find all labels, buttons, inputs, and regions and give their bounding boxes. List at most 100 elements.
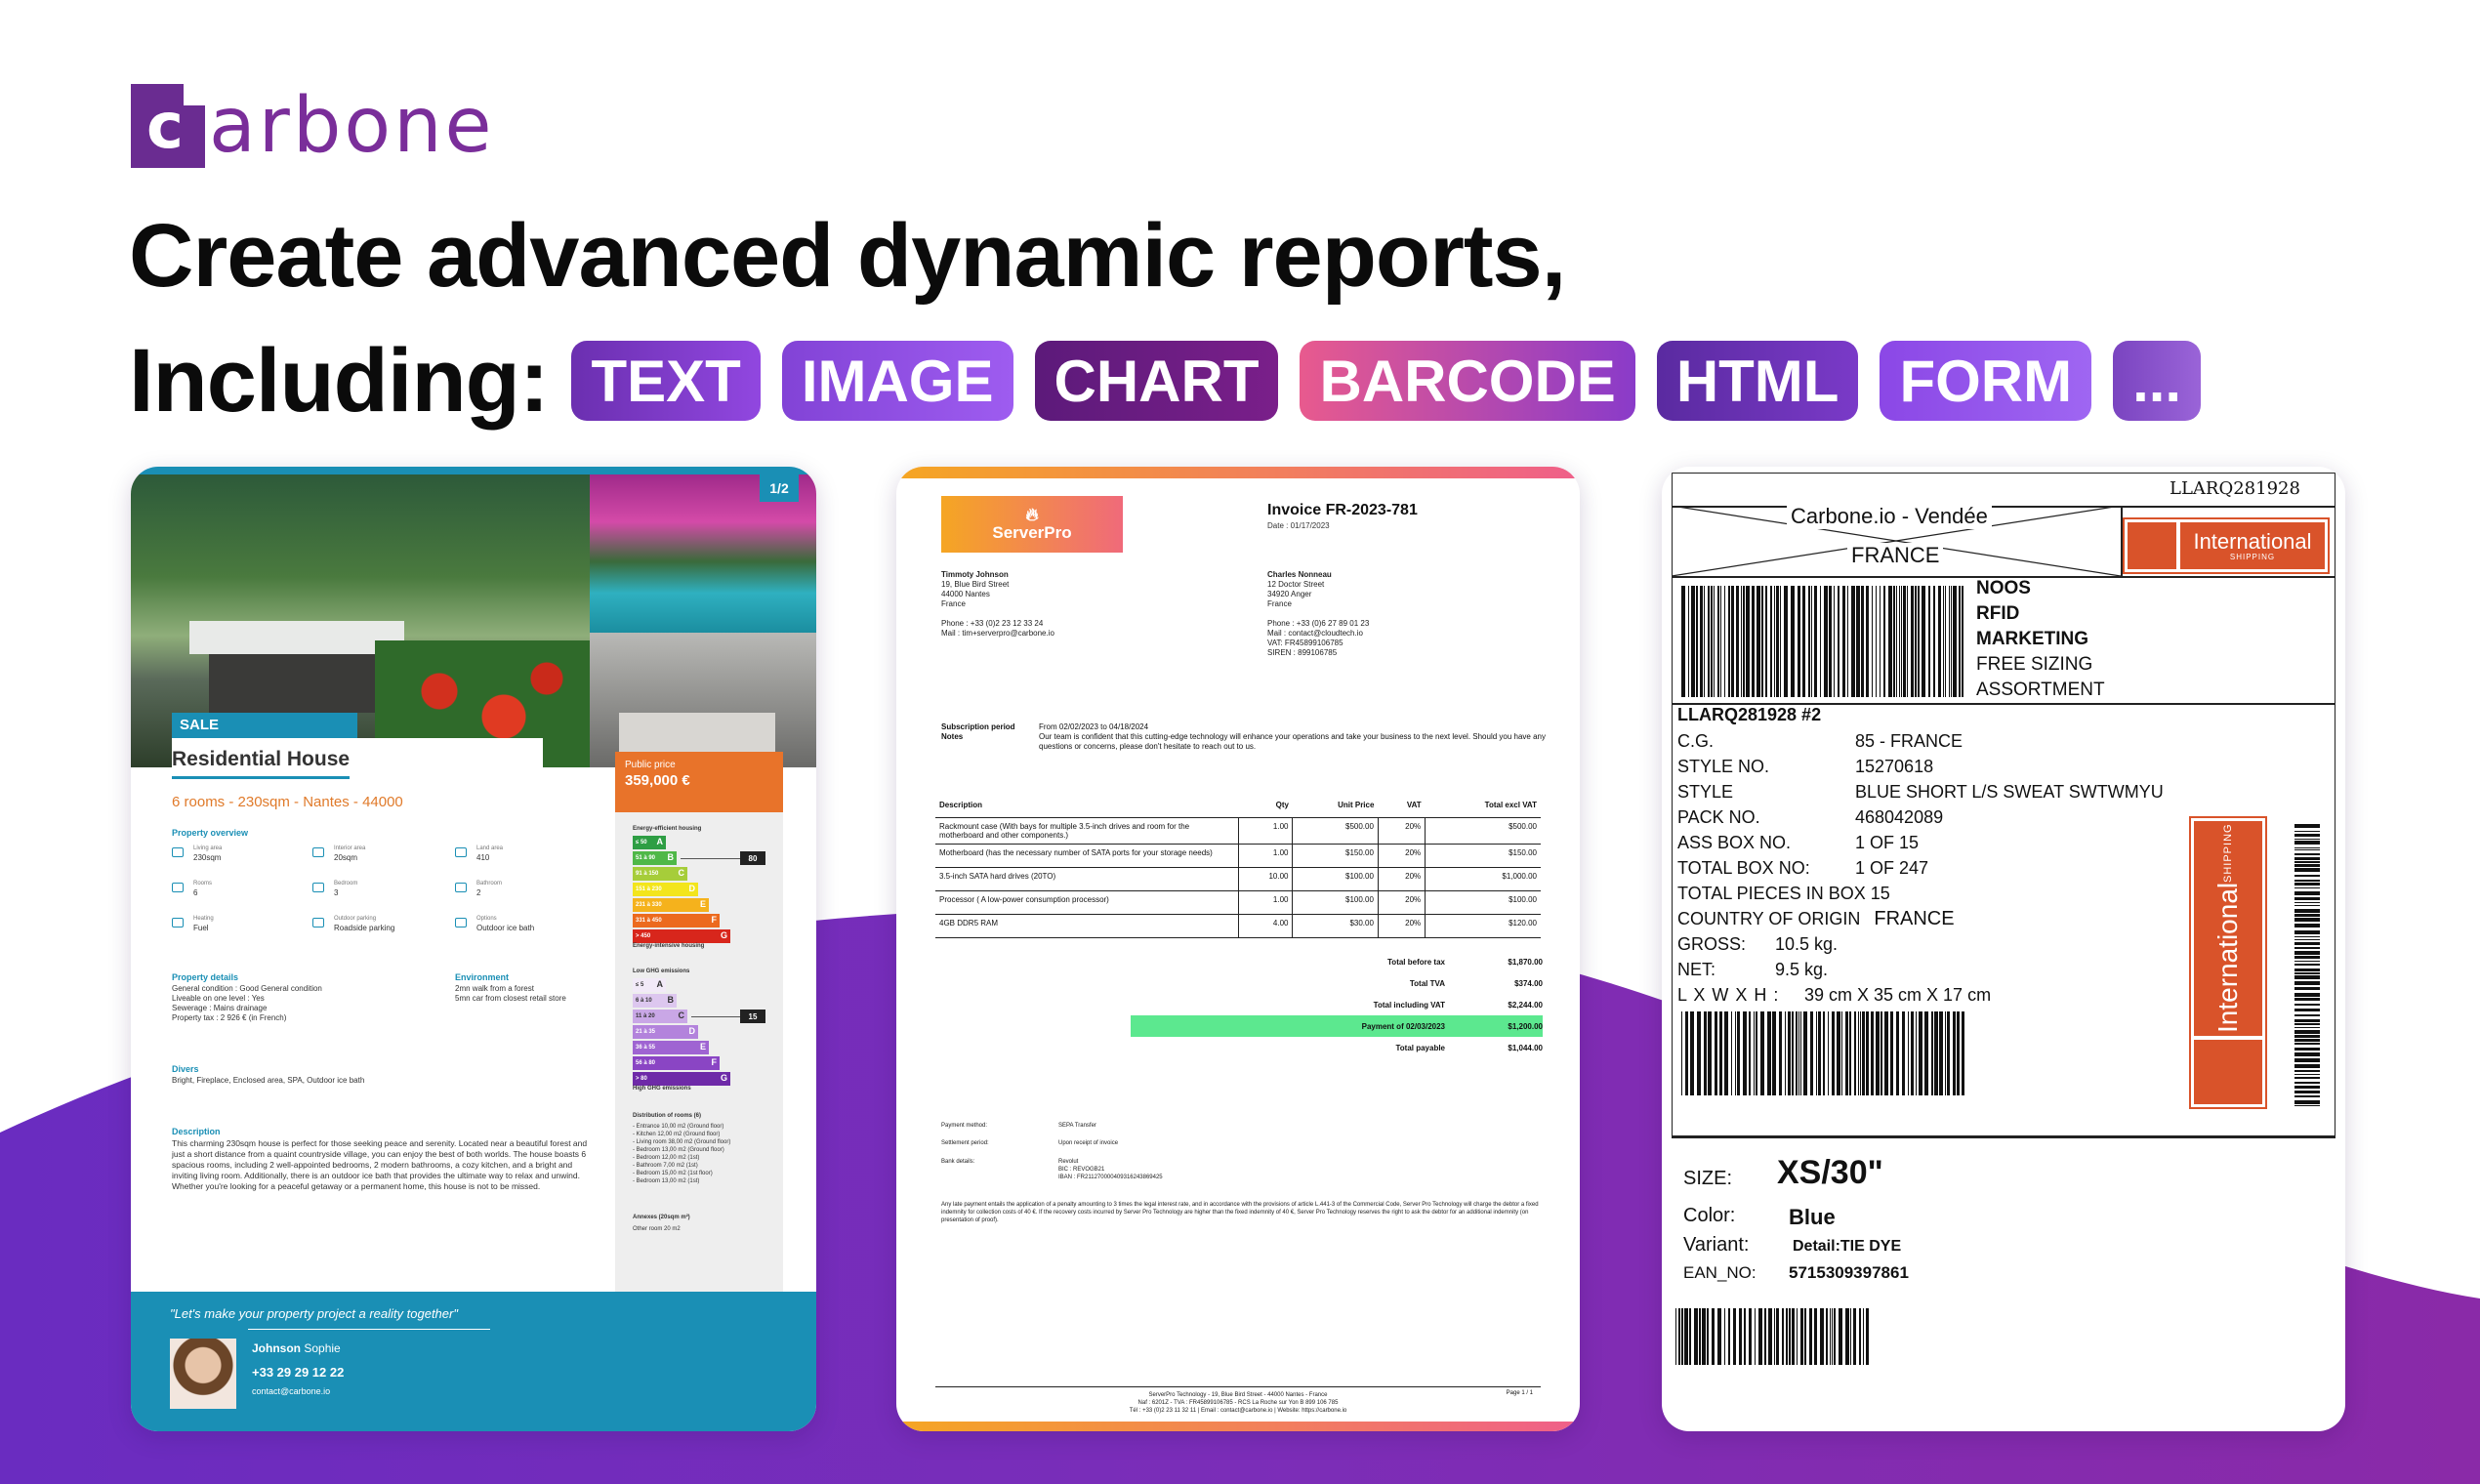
flame-icon: 🔥︎ xyxy=(1025,505,1039,524)
table-cell: 1.00 xyxy=(1237,844,1293,868)
column-header: Description xyxy=(935,797,1238,818)
size-label: SIZE: xyxy=(1683,1168,1733,1189)
overview-item: Heating Fuel xyxy=(193,916,214,932)
subscription-block: Subscription period From 02/02/2023 to 04… xyxy=(941,722,1546,751)
legal-notice: Any late payment entails the application… xyxy=(941,1202,1539,1223)
agent-email[interactable]: contact@carbone.io xyxy=(252,1386,330,1396)
scale-class-b: 51 à 90 B xyxy=(633,851,677,865)
overview-item: Land area 410 xyxy=(476,845,504,862)
shipment-details: C.G. 85 - FRANCE STYLE NO. 15270618 STYLE B… xyxy=(1677,731,2164,1005)
size-value: XS/30" xyxy=(1777,1154,1883,1191)
environment-heading: Environment xyxy=(455,972,510,982)
description-text: This charming 230sqm house is perfect fo… xyxy=(172,1138,588,1191)
table-cell: Rackmount case (With bays for multiple 3… xyxy=(935,817,1238,845)
overview-item: Bathroom 2 xyxy=(476,881,503,897)
indicator-line xyxy=(681,858,749,859)
column-header: Qty xyxy=(1238,797,1293,818)
table-cell: Processor ( A low-power consumption proc… xyxy=(935,890,1238,915)
bed xyxy=(619,713,775,752)
chip-chart: CHART xyxy=(1034,341,1279,421)
energy-sidebar: Energy-efficient housing ≤ 50 A 51 à 90 B 91… xyxy=(615,812,783,1336)
bottom-gradient-strip xyxy=(896,1422,1580,1431)
scale-class-e: 36 à 55 E xyxy=(633,1041,709,1054)
overview-item: Interior area 20sqm xyxy=(334,845,366,862)
bath-icon xyxy=(455,883,467,892)
invoice-table: Description Qty Unit Price VAT Total excl VA… xyxy=(935,797,1541,938)
overview-item: Outdoor parking Roadside parking xyxy=(334,916,395,932)
scale-class-c: 91 à 150 C xyxy=(633,867,687,881)
heating-icon xyxy=(172,918,184,928)
scale-class-c: 11 à 20 C xyxy=(633,1010,687,1023)
total-row: Total including VAT $2,244.00 xyxy=(1373,1000,1543,1010)
color-label: Color: xyxy=(1683,1205,1736,1226)
top-gradient-strip xyxy=(896,467,1580,478)
table-cell: 20% xyxy=(1377,890,1426,915)
scale-class-f: 56 à 80 F xyxy=(633,1056,720,1070)
agent-avatar xyxy=(170,1339,236,1409)
bank-details: Bank details: Revolut BIC : REVOGB21 IBAN :… xyxy=(941,1159,1163,1180)
scale-class-a: ≤ 5A xyxy=(633,978,666,992)
ean-label: EAN_NO: xyxy=(1683,1263,1757,1282)
headline-line2: Including: TEXT IMAGE CHART BARCODE HTML… xyxy=(129,331,2222,431)
chip-more: ... xyxy=(2113,341,2202,421)
table-cell: $30.00 xyxy=(1292,914,1379,938)
color-value: Blue xyxy=(1789,1205,1836,1229)
table-cell: $150.00 xyxy=(1292,844,1379,868)
logo-wordmark: arbone xyxy=(209,82,495,170)
house-body xyxy=(209,654,375,713)
divers-text: Bright, Fireplace, Enclosed area, SPA, O… xyxy=(172,1076,365,1085)
overview-item: Bedroom 3 xyxy=(334,881,358,897)
table-row: 3.5-inch SATA hard drives (20TO) 10.00 $10… xyxy=(935,867,1541,891)
description-heading: Description xyxy=(172,1127,221,1136)
agent-phone[interactable]: +33 29 29 12 22 xyxy=(252,1365,344,1380)
product-tags: NOOS RFID MARKETING FREE SIZING ASSORTME… xyxy=(1976,578,2105,700)
spiral-icon xyxy=(2194,1040,2262,1104)
table-row: 4GB DDR5 RAM 4.00 $30.00 20% $120.00 xyxy=(935,914,1541,938)
headline-line1: Create advanced dynamic reports, xyxy=(129,206,1566,306)
table-row: Motherboard (has the necessary number of… xyxy=(935,844,1541,868)
table-cell: $150.00 xyxy=(1425,844,1541,868)
overview-item: Living area 230sqm xyxy=(193,845,223,862)
door-icon xyxy=(172,883,184,892)
table-cell: $100.00 xyxy=(1425,890,1541,915)
scale-indicator: 15 xyxy=(740,1010,765,1023)
total-row: Total payable $1,044.00 xyxy=(1395,1043,1543,1052)
scale-class-g: > 450 G xyxy=(633,929,730,943)
scale-class-g: > 80 G xyxy=(633,1072,730,1086)
chip-image: IMAGE xyxy=(781,341,1013,421)
ship-from-line1: Carbone.io - Vendée xyxy=(1787,504,1992,529)
variant-label: Variant: xyxy=(1683,1234,1750,1256)
table-cell: $100.00 xyxy=(1292,890,1379,915)
invoice-report: 🔥︎ ServerPro Invoice FR-2023-781 Date : … xyxy=(896,467,1580,1431)
interior-icon xyxy=(312,847,324,857)
table-cell: 4GB DDR5 RAM xyxy=(935,914,1238,938)
table-cell: 4.00 xyxy=(1237,914,1293,938)
chip-form: FORM xyxy=(1880,341,2092,421)
scale-class-f: 331 à 450 F xyxy=(633,914,720,928)
ean-value: 5715309397861 xyxy=(1789,1263,1909,1282)
bed-icon xyxy=(312,883,324,892)
table-cell: 20% xyxy=(1377,844,1426,868)
top-strip xyxy=(131,467,816,474)
table-cell: 1.00 xyxy=(1237,890,1293,915)
scale-class-d: 21 à 35 D xyxy=(633,1025,698,1039)
page-number: Page 1 / 1 xyxy=(1506,1390,1533,1396)
real-estate-report: 1/2 SALE Residential House 6 rooms - 230… xyxy=(131,467,816,1431)
details-list: General condition : Good General conditi… xyxy=(172,984,322,1022)
payment-method: Payment method: SEPA Transfer xyxy=(941,1123,1096,1129)
sale-badge: SALE xyxy=(172,713,357,738)
overview-heading: Property overview xyxy=(172,828,249,838)
table-row: Rackmount case (With bays for multiple 3… xyxy=(935,817,1541,845)
property-subtitle: 6 rooms - 230sqm - Nantes - 44000 xyxy=(172,794,403,810)
agent-name: Johnson Sophie xyxy=(252,1341,341,1355)
column-header: Unit Price xyxy=(1292,797,1379,818)
barcode-secondary xyxy=(1681,1011,1964,1095)
spiral-icon xyxy=(2128,522,2176,569)
total-row: Total TVA $374.00 xyxy=(1409,978,1543,988)
agent-quote: "Let's make your property project a real… xyxy=(170,1306,458,1321)
serverpro-logo: 🔥︎ ServerPro xyxy=(941,496,1123,553)
bedroom-photo xyxy=(590,633,816,767)
page-badge: 1/2 xyxy=(760,474,799,502)
car-icon xyxy=(312,918,324,928)
invoice-footer: ServerPro Technology - 19, Blue Bird Str… xyxy=(935,1386,1541,1415)
